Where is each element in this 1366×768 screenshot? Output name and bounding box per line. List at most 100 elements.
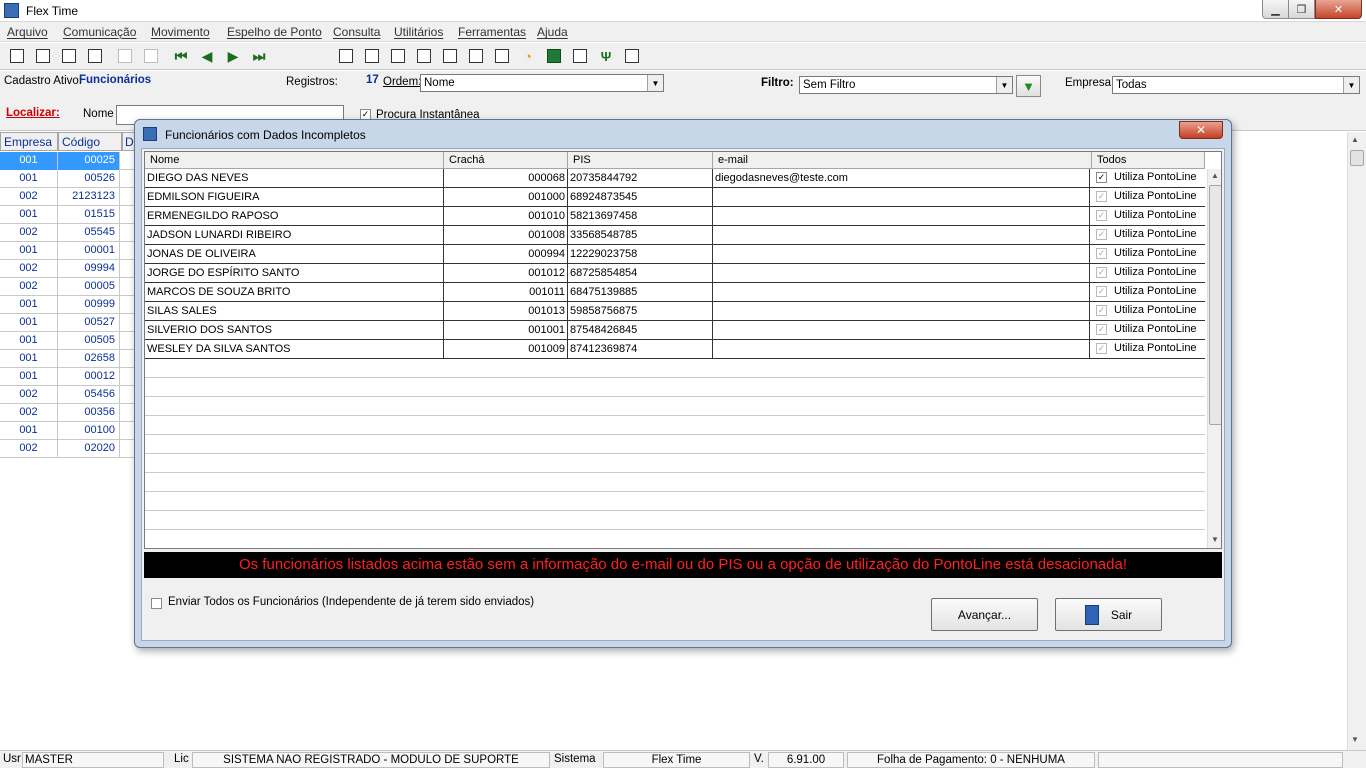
menu-ajuda[interactable]: Ajuda — [537, 25, 568, 39]
ordem-label: Ordem: — [383, 76, 422, 88]
utiliza-pontoline-checkbox[interactable]: ✓ — [1096, 172, 1107, 183]
table-row[interactable]: JORGE DO ESPÍRITO SANTO 001012 68725854854… — [145, 264, 1205, 283]
prev-record-icon[interactable]: ◀ — [198, 47, 216, 65]
send-all-checkbox[interactable] — [151, 598, 162, 609]
cancel-icon[interactable] — [142, 47, 160, 65]
column-header-pis[interactable]: PIS — [568, 152, 713, 169]
maximize-button[interactable]: ❐ — [1288, 0, 1315, 19]
cell-cracha: 001009 — [444, 340, 568, 359]
next-record-icon[interactable]: ▶ — [224, 47, 242, 65]
filtro-select[interactable]: Sem Filtro ▼ — [799, 76, 1013, 94]
utiliza-pontoline-checkbox[interactable]: ✓ — [1096, 248, 1107, 259]
chevron-down-icon[interactable]: ▼ — [647, 75, 663, 91]
column-header-codigo[interactable]: Código — [58, 132, 122, 151]
employee-grid: Empresa Código D 001 00025 001 00526 002 2123… — [0, 132, 135, 752]
column-header-email[interactable]: e-mail — [713, 152, 1092, 169]
avancar-button[interactable]: Avançar... — [931, 598, 1038, 631]
last-record-icon[interactable]: ⏭ — [250, 47, 268, 65]
refresh-icon[interactable]: ◔ — [519, 47, 537, 65]
status-sistema-value: Flex Time — [603, 752, 750, 768]
column-header-empresa[interactable]: Empresa — [0, 132, 58, 151]
utiliza-pontoline-checkbox[interactable]: ✓ — [1096, 210, 1107, 221]
table-row[interactable]: SILVERIO DOS SANTOS 001001 87548426845 ✓ Uti… — [145, 321, 1205, 340]
utiliza-pontoline-checkbox[interactable]: ✓ — [1096, 324, 1107, 335]
print-icon[interactable] — [86, 47, 104, 65]
calculator-icon[interactable] — [441, 47, 459, 65]
dialog-close-button[interactable]: ✕ — [1179, 121, 1223, 139]
cell-empresa: 001 — [0, 152, 58, 170]
utiliza-pontoline-checkbox[interactable]: ✓ — [1096, 267, 1107, 278]
cell-pis: 68725854854 — [568, 264, 713, 283]
utiliza-pontoline-checkbox[interactable]: ✓ — [1096, 191, 1107, 202]
minimize-button[interactable]: ▁ — [1262, 0, 1289, 19]
table-row[interactable]: WESLEY DA SILVA SANTOS 001009 87412369874 ✓… — [145, 340, 1205, 359]
table-row[interactable]: 001 00505 — [0, 332, 135, 350]
utiliza-pontoline-checkbox[interactable]: ✓ — [1096, 305, 1107, 316]
ordem-select[interactable]: Nome ▼ — [420, 74, 664, 92]
table-vertical-scrollbar[interactable]: ▲ ▼ — [1207, 169, 1221, 548]
table-row[interactable]: JADSON LUNARDI RIBEIRO 001008 33568548785 ✓… — [145, 226, 1205, 245]
table-row[interactable]: 002 00356 — [0, 404, 135, 422]
utiliza-pontoline-checkbox[interactable]: ✓ — [1096, 343, 1107, 354]
table-row[interactable]: DIEGO DAS NEVES 000068 20735844792 diegodas… — [145, 169, 1205, 188]
excel-icon[interactable] — [545, 47, 563, 65]
table-row[interactable]: 001 02658 — [0, 350, 135, 368]
mail-icon[interactable] — [571, 47, 589, 65]
report-icon[interactable] — [337, 47, 355, 65]
table-row[interactable]: 002 05545 — [0, 224, 135, 242]
checklist-icon[interactable] — [467, 47, 485, 65]
menu-movimento[interactable]: Movimento — [151, 25, 210, 39]
first-record-icon[interactable]: ⏮ — [172, 47, 190, 65]
menu-ferramentas[interactable]: Ferramentas — [458, 25, 526, 39]
menu-utilitarios[interactable]: Utilitários — [394, 25, 443, 39]
table-row[interactable]: ERMENEGILDO RAPOSO 001010 58213697458 ✓ Util… — [145, 207, 1205, 226]
table-row[interactable]: 002 00005 — [0, 278, 135, 296]
column-header-cracha[interactable]: Crachá — [444, 152, 568, 169]
menu-espelho-de-ponto[interactable]: Espelho de Ponto — [227, 25, 322, 39]
main-vertical-scrollbar[interactable]: ▲ ▼ — [1347, 132, 1366, 750]
list-icon[interactable] — [363, 47, 381, 65]
table-row[interactable]: 002 05456 — [0, 386, 135, 404]
filter-funnel-icon[interactable]: ▼ — [1016, 75, 1041, 97]
menu-consulta[interactable]: Consulta — [333, 25, 380, 39]
table-row[interactable]: 002 09994 — [0, 260, 135, 278]
search-records-icon[interactable] — [415, 47, 433, 65]
network-icon[interactable]: Ψ — [597, 47, 615, 65]
table-row[interactable]: 001 00001 — [0, 242, 135, 260]
table-row[interactable]: 001 00999 — [0, 296, 135, 314]
save-icon[interactable] — [116, 47, 134, 65]
table-row[interactable]: 001 01515 — [0, 206, 135, 224]
sair-button[interactable]: Sair — [1055, 598, 1162, 631]
table-row[interactable]: MARCOS DE SOUZA BRITO 001011 68475139885 ✓ U… — [145, 283, 1205, 302]
column-header-nome[interactable]: Nome — [145, 152, 444, 169]
table-row[interactable]: 001 00526 — [0, 170, 135, 188]
table-row[interactable]: 001 00025 — [0, 152, 135, 170]
table-row[interactable]: 001 00100 — [0, 422, 135, 440]
utiliza-pontoline-checkbox[interactable]: ✓ — [1096, 229, 1107, 240]
cell-utiliza: ✓ Utiliza PontoLine — [1092, 321, 1205, 340]
table-row[interactable]: JONAS DE OLIVEIRA 000994 12229023758 ✓ Utili… — [145, 245, 1205, 264]
empresa-select[interactable]: Todas ▼ — [1112, 76, 1360, 94]
empty-row — [145, 473, 1205, 492]
table-row[interactable]: 002 2123123 — [0, 188, 135, 206]
column-header-todos[interactable]: Todos — [1092, 152, 1205, 169]
table-row[interactable]: EDMILSON FIGUEIRA 001000 68924873545 ✓ Utili… — [145, 188, 1205, 207]
new-record-icon[interactable] — [8, 47, 26, 65]
calendar-icon[interactable] — [493, 47, 511, 65]
users-icon[interactable] — [623, 47, 641, 65]
table-row[interactable]: 001 00012 — [0, 368, 135, 386]
chevron-down-icon[interactable]: ▼ — [996, 77, 1012, 93]
utiliza-pontoline-checkbox[interactable]: ✓ — [1096, 286, 1107, 297]
window-icon[interactable] — [389, 47, 407, 65]
cell-codigo: 00526 — [58, 170, 120, 188]
menu-arquivo[interactable]: Arquivo — [7, 25, 48, 39]
cell-empresa: 001 — [0, 170, 58, 188]
table-row[interactable]: 002 02020 — [0, 440, 135, 458]
table-row[interactable]: 001 00527 — [0, 314, 135, 332]
close-window-button[interactable]: ✕ — [1315, 0, 1362, 19]
chevron-down-icon[interactable]: ▼ — [1343, 77, 1359, 93]
table-row[interactable]: SILAS SALES 001013 59858756875 ✓ Utiliza Pon… — [145, 302, 1205, 321]
menu-comunicacao[interactable]: Comunicação — [63, 25, 136, 39]
edit-record-icon[interactable] — [34, 47, 52, 65]
copy-record-icon[interactable] — [60, 47, 78, 65]
